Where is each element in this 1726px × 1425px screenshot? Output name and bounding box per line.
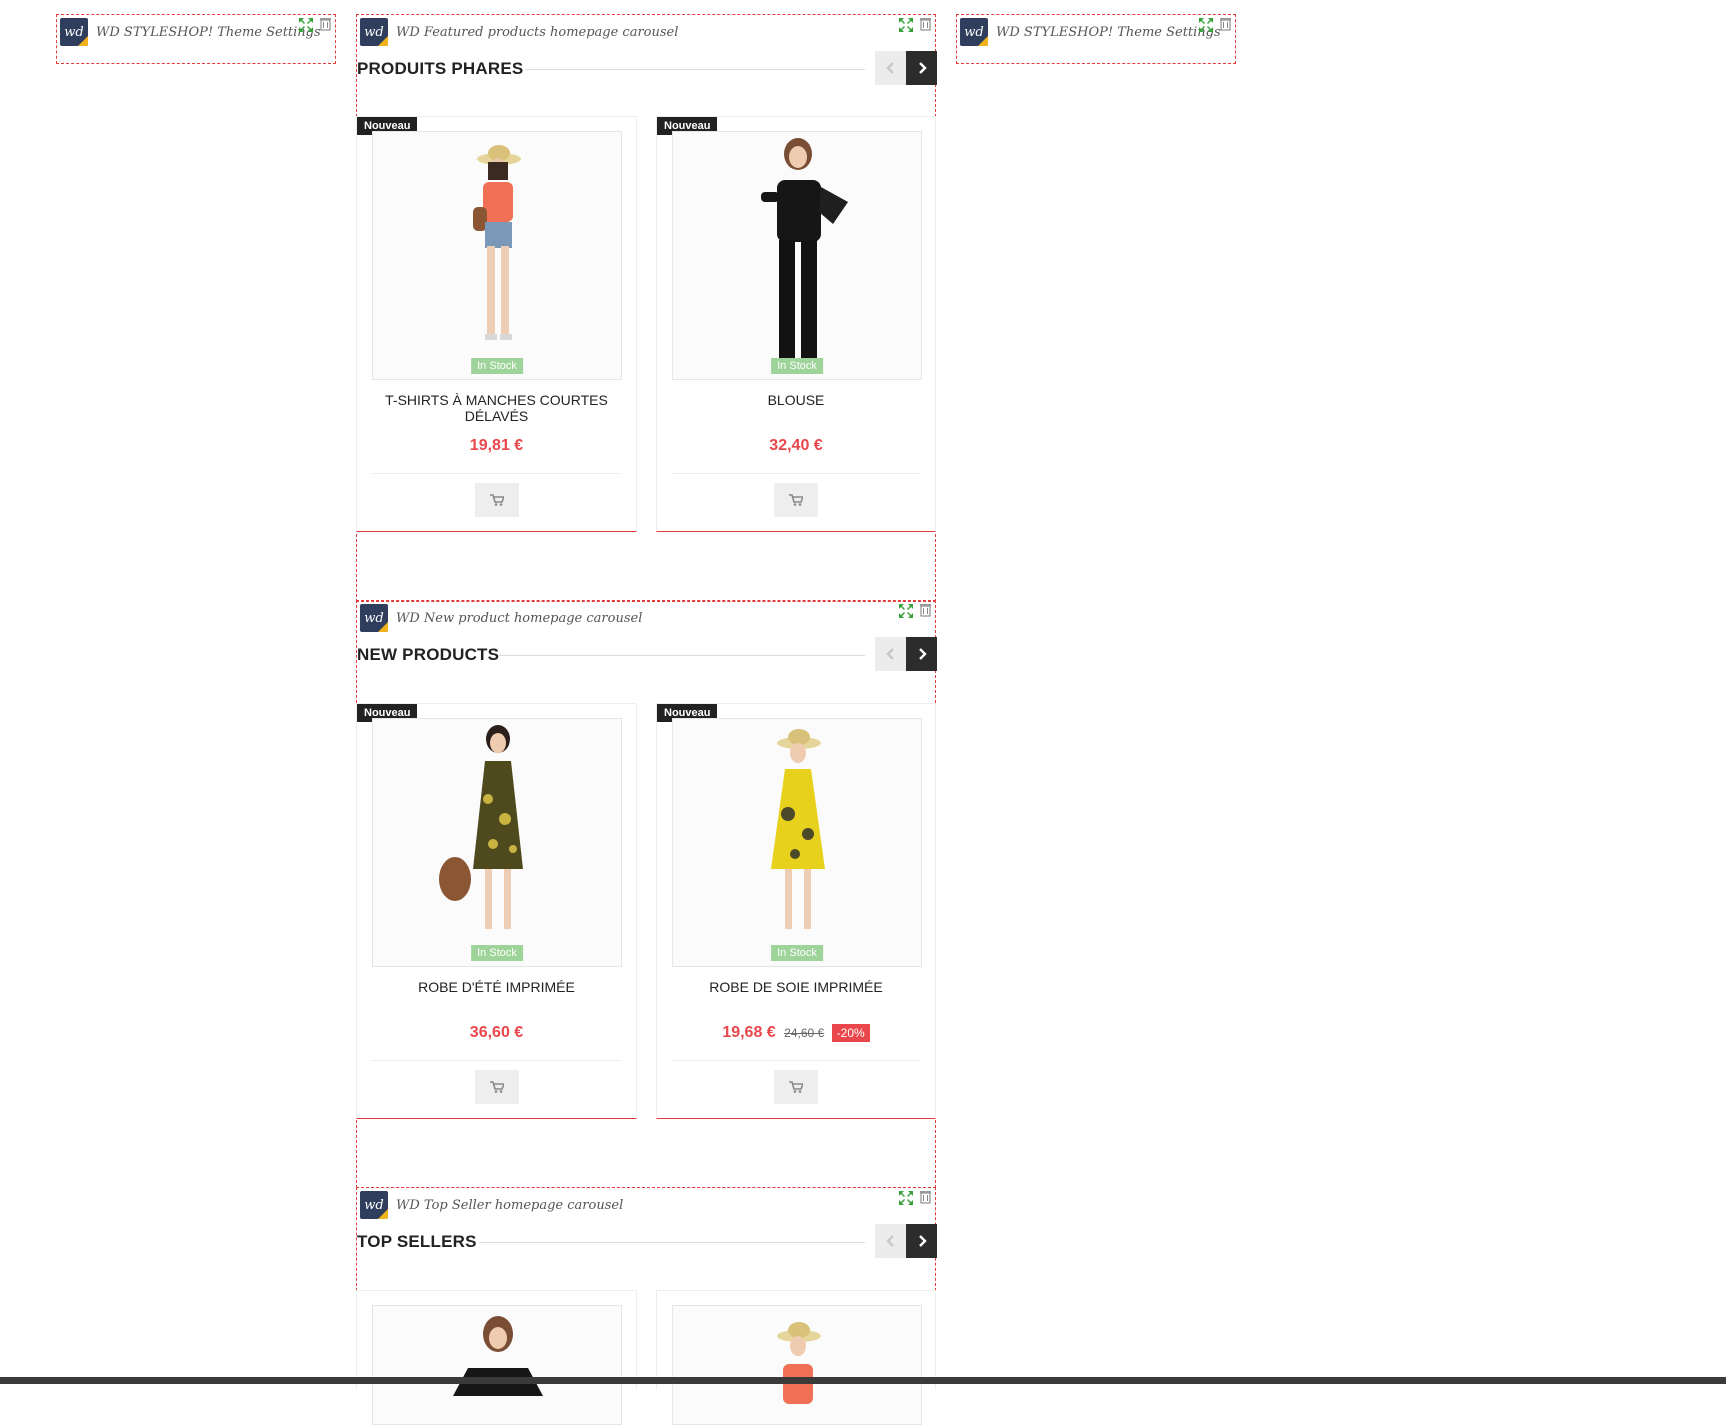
move-arrows-icon[interactable] (898, 17, 914, 33)
add-to-cart-button[interactable] (474, 483, 519, 517)
chevron-left-icon (885, 62, 894, 74)
chevron-right-icon (918, 1235, 927, 1247)
divider (499, 655, 865, 656)
product-name-link[interactable]: ROBE D'ÉTÉ IMPRIMÉE (367, 979, 626, 995)
product-image[interactable]: In Stock (672, 718, 922, 967)
add-to-cart-button[interactable] (474, 1070, 519, 1104)
move-arrows-icon[interactable] (1198, 17, 1214, 33)
chevron-right-icon (918, 648, 927, 660)
module-header: wd WD Featured products homepage carouse… (357, 15, 935, 49)
divider (479, 1242, 865, 1243)
chevron-left-icon (885, 1235, 894, 1247)
product-card[interactable]: Nouveau In Stock T-SHIRTS À MANCHES COUR… (356, 116, 637, 532)
product-image[interactable]: In Stock (372, 718, 622, 967)
theme-settings-module-left: wd WD STYLESHOP! Theme Settings (56, 14, 336, 64)
divider (672, 473, 920, 474)
wd-logo-icon: wd (360, 18, 388, 46)
wd-logo-icon: wd (960, 18, 988, 46)
wd-logo-icon: wd (60, 18, 88, 46)
price-row: 36,60 € (357, 1024, 636, 1042)
carousel-next-button[interactable] (906, 1224, 937, 1258)
price-row: 19,68 € 24,60 € -20% (657, 1024, 935, 1042)
chevron-left-icon (885, 648, 894, 660)
carousel-prev-button[interactable] (875, 51, 906, 85)
module-title: WD STYLESHOP! Theme Settings (996, 24, 1221, 40)
add-to-cart-button[interactable] (774, 1070, 818, 1104)
module-header: wd WD Top Seller homepage carousel (357, 1188, 935, 1222)
discount-badge: -20% (831, 1024, 870, 1042)
product-image[interactable]: In Stock (372, 131, 622, 380)
move-arrows-icon[interactable] (298, 17, 314, 33)
carousel-next-button[interactable] (906, 637, 937, 671)
wd-logo-icon: wd (360, 604, 388, 632)
old-price: 24,60 € (784, 1026, 825, 1040)
section-heading: NEW PRODUCTS (357, 645, 500, 664)
trash-icon[interactable] (920, 603, 931, 617)
divider (372, 473, 621, 474)
carousel-next-button[interactable] (906, 51, 937, 85)
product-card[interactable] (356, 1290, 637, 1425)
module-header: wd WD STYLESHOP! Theme Settings (57, 15, 335, 49)
section-heading: PRODUITS PHARES (357, 59, 524, 78)
in-stock-label: In Stock (471, 358, 523, 374)
price-row: 19,81 € (357, 437, 636, 455)
product-name-link[interactable]: ROBE DE SOIE IMPRIMÉE (667, 979, 925, 995)
theme-settings-module-right: wd WD STYLESHOP! Theme Settings (956, 14, 1236, 64)
cart-icon (489, 494, 504, 506)
product-image[interactable] (672, 1305, 922, 1425)
product-card[interactable]: Nouveau In Stock ROBE DE SOIE IMPRIMÉE 1… (656, 703, 936, 1119)
divider (525, 69, 865, 70)
trash-icon[interactable] (920, 1190, 931, 1204)
trash-icon[interactable] (320, 17, 331, 31)
carousel-prev-button[interactable] (875, 637, 906, 671)
move-arrows-icon[interactable] (898, 603, 914, 619)
in-stock-label: In Stock (471, 945, 523, 961)
in-stock-label: In Stock (771, 358, 823, 374)
add-to-cart-button[interactable] (774, 483, 818, 517)
product-name-link[interactable]: T-SHIRTS À MANCHES COURTES DÉLAVÉS (367, 392, 626, 424)
module-title: WD Top Seller homepage carousel (396, 1197, 624, 1213)
price: 19,68 € (722, 1024, 776, 1041)
price: 32,40 € (769, 437, 823, 454)
divider (372, 1060, 621, 1061)
move-arrows-icon[interactable] (898, 1190, 914, 1206)
trash-icon[interactable] (920, 17, 931, 31)
module-title: WD New product homepage carousel (396, 610, 643, 626)
product-image[interactable]: In Stock (672, 131, 922, 380)
trash-icon[interactable] (1220, 17, 1231, 31)
carousel-prev-button[interactable] (875, 1224, 906, 1258)
chevron-right-icon (918, 62, 927, 74)
window-bottom-edge (0, 1377, 1726, 1384)
price-row: 32,40 € (657, 437, 935, 455)
cart-icon (489, 1081, 504, 1093)
wd-logo-icon: wd (360, 1191, 388, 1219)
module-header: wd WD STYLESHOP! Theme Settings (957, 15, 1235, 49)
module-title: WD Featured products homepage carousel (396, 24, 679, 40)
section-heading: TOP SELLERS (357, 1232, 477, 1251)
product-card[interactable] (656, 1290, 936, 1425)
product-card[interactable]: Nouveau In Stock ROBE D'ÉTÉ IMPRIMÉE 36,… (356, 703, 637, 1119)
price: 19,81 € (469, 437, 524, 454)
divider (672, 1060, 920, 1061)
product-image[interactable] (372, 1305, 622, 1425)
cart-icon (789, 494, 803, 506)
product-name-link[interactable]: BLOUSE (667, 392, 925, 408)
product-card[interactable]: Nouveau In Stock BLOUSE 32,40 € (656, 116, 936, 532)
module-title: WD STYLESHOP! Theme Settings (96, 24, 321, 40)
in-stock-label: In Stock (771, 945, 823, 961)
price: 36,60 € (469, 1024, 524, 1041)
module-header: wd WD New product homepage carousel (357, 601, 935, 635)
cart-icon (789, 1081, 803, 1093)
